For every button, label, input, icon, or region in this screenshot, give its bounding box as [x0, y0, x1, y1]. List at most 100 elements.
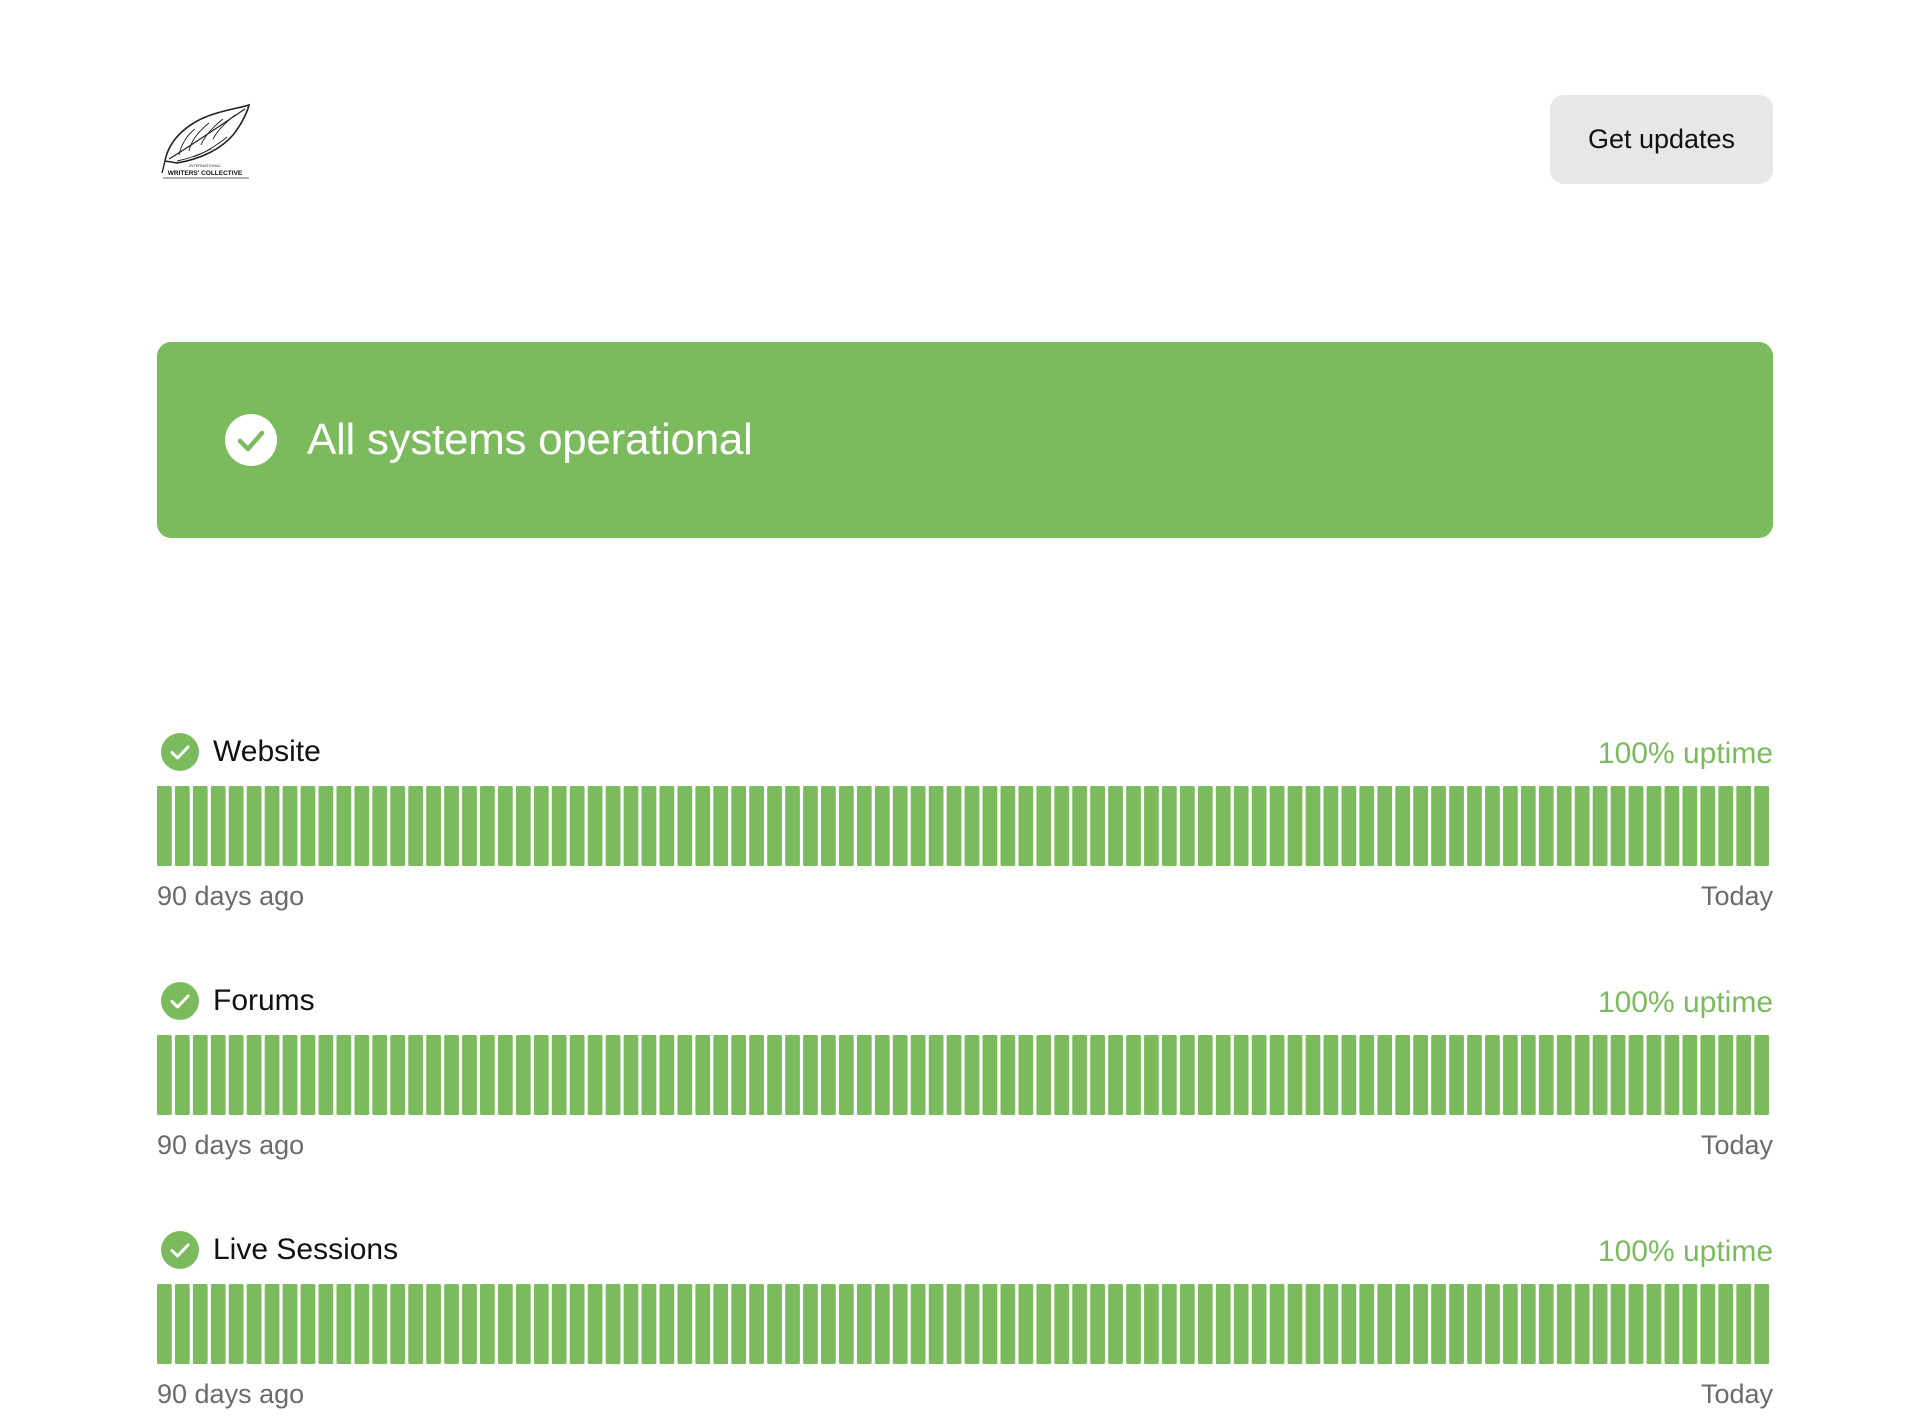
uptime-day-bar[interactable]	[1341, 786, 1357, 866]
uptime-day-bar[interactable]	[1395, 1035, 1411, 1115]
uptime-day-bar[interactable]	[713, 1035, 729, 1115]
uptime-day-bar[interactable]	[300, 1284, 316, 1364]
uptime-day-bar[interactable]	[605, 786, 621, 866]
uptime-day-bar[interactable]	[677, 786, 693, 866]
uptime-day-bar[interactable]	[354, 1284, 370, 1364]
uptime-day-bar[interactable]	[1359, 1284, 1375, 1364]
uptime-day-bar[interactable]	[1233, 1284, 1249, 1364]
get-updates-button[interactable]: Get updates	[1550, 95, 1773, 184]
uptime-day-bar[interactable]	[1144, 1284, 1159, 1364]
uptime-day-bar[interactable]	[480, 786, 495, 866]
uptime-day-bar[interactable]	[1449, 1035, 1464, 1115]
uptime-day-bar[interactable]	[1323, 786, 1339, 866]
uptime-day-bar[interactable]	[1574, 1035, 1590, 1115]
uptime-day-bar[interactable]	[1682, 786, 1698, 866]
uptime-day-bar[interactable]	[1072, 1284, 1088, 1364]
uptime-day-bar[interactable]	[426, 1284, 441, 1364]
uptime-day-bar[interactable]	[1036, 786, 1052, 866]
uptime-day-bar[interactable]	[803, 786, 818, 866]
uptime-day-bar[interactable]	[1359, 1035, 1375, 1115]
uptime-day-bar[interactable]	[838, 1284, 854, 1364]
uptime-day-bar[interactable]	[1305, 1284, 1321, 1364]
uptime-day-bar[interactable]	[1646, 1035, 1662, 1115]
uptime-day-bar[interactable]	[1736, 786, 1752, 866]
uptime-day-bar[interactable]	[1467, 1284, 1482, 1364]
uptime-day-bar[interactable]	[1485, 786, 1500, 866]
uptime-day-bar[interactable]	[480, 1035, 495, 1115]
uptime-day-bar[interactable]	[246, 1284, 262, 1364]
uptime-day-bar[interactable]	[1520, 786, 1536, 866]
uptime-day-bar[interactable]	[174, 786, 190, 866]
uptime-day-bar[interactable]	[587, 1284, 603, 1364]
uptime-day-bar[interactable]	[497, 1035, 513, 1115]
uptime-day-bar[interactable]	[1179, 786, 1195, 866]
uptime-day-bar[interactable]	[731, 786, 747, 866]
uptime-day-bar[interactable]	[641, 1284, 657, 1364]
uptime-day-bar[interactable]	[874, 786, 890, 866]
uptime-day-bar[interactable]	[1700, 786, 1716, 866]
uptime-day-bar[interactable]	[1108, 1035, 1123, 1115]
uptime-day-bar[interactable]	[480, 1284, 495, 1364]
uptime-day-bar[interactable]	[1718, 786, 1734, 866]
uptime-day-bar[interactable]	[1754, 1035, 1769, 1115]
uptime-day-bar[interactable]	[1144, 1035, 1159, 1115]
uptime-day-bar[interactable]	[1018, 1035, 1034, 1115]
uptime-day-bar[interactable]	[1628, 1035, 1644, 1115]
uptime-day-bar[interactable]	[533, 1035, 549, 1115]
uptime-day-bar[interactable]	[1179, 1035, 1195, 1115]
uptime-day-bar[interactable]	[1108, 786, 1123, 866]
uptime-day-bar[interactable]	[1287, 786, 1303, 866]
uptime-day-bar[interactable]	[1646, 786, 1662, 866]
uptime-day-bar[interactable]	[623, 1284, 639, 1364]
uptime-day-bar[interactable]	[192, 1284, 208, 1364]
uptime-day-bar[interactable]	[856, 1035, 872, 1115]
uptime-day-bar[interactable]	[1251, 1035, 1267, 1115]
uptime-day-bar[interactable]	[210, 1035, 226, 1115]
uptime-day-bar[interactable]	[300, 786, 316, 866]
writers-collective-logo[interactable]: INTERNATIONAL WRITERS' COLLECTIVE	[159, 103, 251, 183]
uptime-day-bar[interactable]	[462, 1284, 477, 1364]
uptime-day-bar[interactable]	[946, 786, 962, 866]
uptime-day-bar[interactable]	[390, 786, 406, 866]
uptime-day-bar[interactable]	[1341, 1035, 1357, 1115]
uptime-day-bar[interactable]	[1018, 1284, 1034, 1364]
uptime-day-bar[interactable]	[551, 1284, 567, 1364]
uptime-day-bar[interactable]	[928, 1284, 944, 1364]
uptime-day-bar[interactable]	[821, 1284, 836, 1364]
uptime-day-bar[interactable]	[1413, 786, 1429, 866]
uptime-day-bar[interactable]	[838, 1035, 854, 1115]
uptime-day-bar[interactable]	[982, 1284, 998, 1364]
uptime-day-bar[interactable]	[1395, 1284, 1411, 1364]
uptime-day-bar[interactable]	[1556, 786, 1572, 866]
uptime-day-bar[interactable]	[1305, 786, 1321, 866]
uptime-day-bar[interactable]	[372, 1284, 388, 1364]
uptime-day-bar[interactable]	[569, 1284, 585, 1364]
uptime-day-bar[interactable]	[1162, 1035, 1177, 1115]
uptime-day-bar[interactable]	[533, 786, 549, 866]
uptime-day-bar[interactable]	[1467, 786, 1482, 866]
uptime-day-bar[interactable]	[336, 1035, 352, 1115]
uptime-day-bar[interactable]	[318, 1284, 334, 1364]
uptime-day-bar[interactable]	[1754, 1284, 1769, 1364]
uptime-day-bar[interactable]	[1449, 786, 1464, 866]
uptime-day-bar[interactable]	[767, 1284, 782, 1364]
uptime-day-bar[interactable]	[1610, 786, 1626, 866]
uptime-day-bar[interactable]	[426, 1035, 441, 1115]
uptime-day-bar[interactable]	[1538, 1284, 1554, 1364]
uptime-day-bar[interactable]	[318, 1035, 334, 1115]
uptime-day-bar[interactable]	[749, 1284, 764, 1364]
uptime-day-bar[interactable]	[1431, 1035, 1446, 1115]
uptime-day-bar[interactable]	[497, 1284, 513, 1364]
uptime-day-bar[interactable]	[462, 1035, 477, 1115]
uptime-day-bar[interactable]	[1610, 1284, 1626, 1364]
uptime-day-bar[interactable]	[1556, 1284, 1572, 1364]
uptime-day-bar[interactable]	[1449, 1284, 1464, 1364]
uptime-day-bar[interactable]	[713, 1284, 729, 1364]
uptime-day-bar[interactable]	[174, 1035, 190, 1115]
uptime-day-bar[interactable]	[695, 786, 711, 866]
uptime-day-bar[interactable]	[1144, 786, 1159, 866]
uptime-day-bar[interactable]	[1054, 1035, 1070, 1115]
uptime-day-bar[interactable]	[210, 786, 226, 866]
uptime-day-bar[interactable]	[1359, 786, 1375, 866]
uptime-day-bar[interactable]	[390, 1035, 406, 1115]
